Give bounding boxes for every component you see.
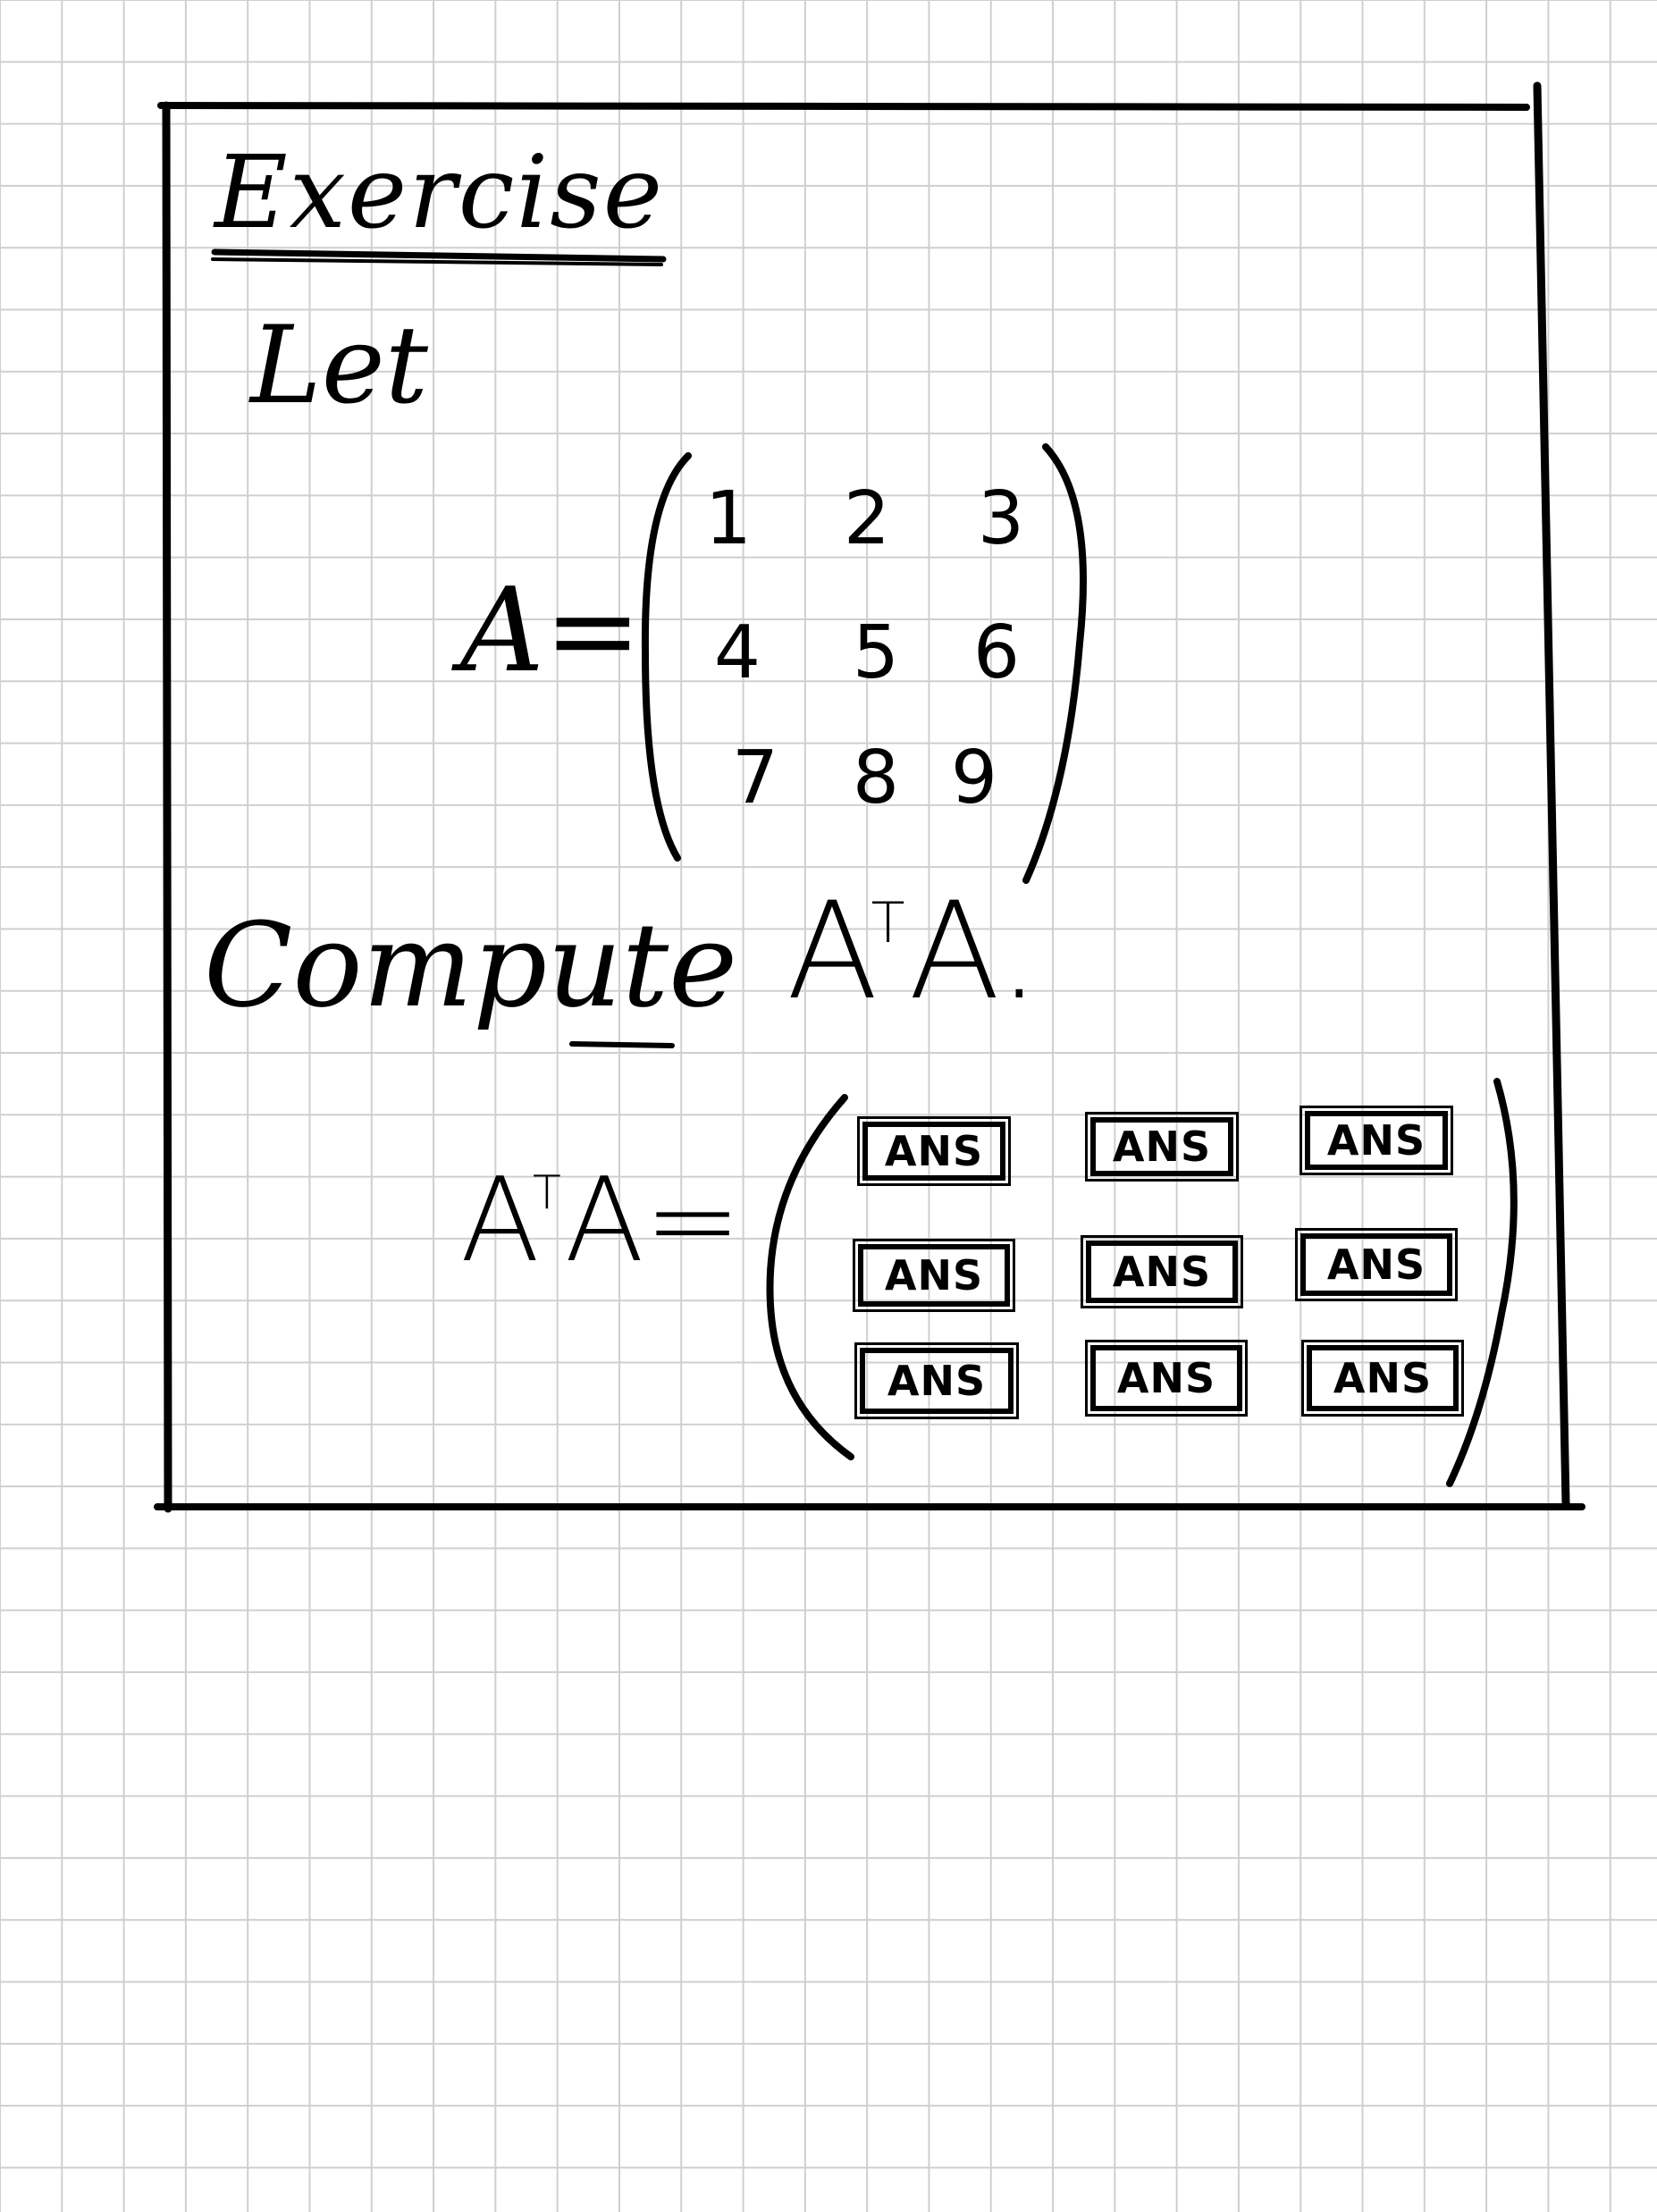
matrix-entry-3-2: 8 xyxy=(852,736,900,820)
result-label-tail: A= xyxy=(564,1152,742,1288)
compute-label: Compute xyxy=(204,897,738,1033)
matrix-entry-3-1: 7 xyxy=(731,736,779,820)
result-label-base: A xyxy=(460,1152,540,1288)
answer-box-3-1[interactable]: ANS xyxy=(854,1342,1019,1419)
result-label: ATA= xyxy=(460,1162,742,1278)
exercise-frame xyxy=(154,81,1586,1513)
matrix-entry-1-1: 1 xyxy=(704,476,753,561)
matrix-entry-2-3: 6 xyxy=(972,610,1021,695)
answer-box-2-2[interactable]: ANS xyxy=(1081,1235,1243,1308)
answer-box-3-2[interactable]: ANS xyxy=(1085,1340,1248,1417)
result-label-superscript: T xyxy=(532,1166,561,1220)
title-underline xyxy=(211,248,667,263)
compute-expression-superscript: T xyxy=(871,890,905,955)
title-underline-tail xyxy=(211,257,663,266)
answer-box-1-2[interactable]: ANS xyxy=(1085,1112,1239,1182)
compute-tail xyxy=(569,1041,675,1048)
frame-right-edge xyxy=(1533,81,1570,1508)
answer-box-2-3[interactable]: ANS xyxy=(1295,1228,1458,1301)
matrix-label: A= xyxy=(460,562,642,698)
exercise-title: Exercise xyxy=(214,135,665,251)
matrix-entry-1-2: 2 xyxy=(843,476,891,561)
answer-box-3-3[interactable]: ANS xyxy=(1301,1340,1464,1417)
matrix-entry-2-2: 5 xyxy=(852,610,900,695)
result-right-bracket xyxy=(1446,1078,1518,1487)
matrix-entry-1-3: 3 xyxy=(977,476,1025,561)
matrix-entry-2-1: 4 xyxy=(713,610,761,695)
answer-box-1-1[interactable]: ANS xyxy=(857,1116,1011,1186)
compute-expression: ATA. xyxy=(786,885,1040,1019)
result-left-bracket xyxy=(766,1094,854,1460)
compute-expression-tail: A. xyxy=(908,874,1041,1030)
frame-left-edge xyxy=(162,101,172,1513)
answer-box-1-3[interactable]: ANS xyxy=(1300,1106,1453,1175)
matrix-entry-3-3: 9 xyxy=(950,736,998,820)
compute-expression-base: A xyxy=(786,874,879,1030)
answer-box-2-1[interactable]: ANS xyxy=(853,1239,1015,1312)
intro-text: Let xyxy=(250,304,428,428)
frame-top-edge xyxy=(157,102,1530,111)
